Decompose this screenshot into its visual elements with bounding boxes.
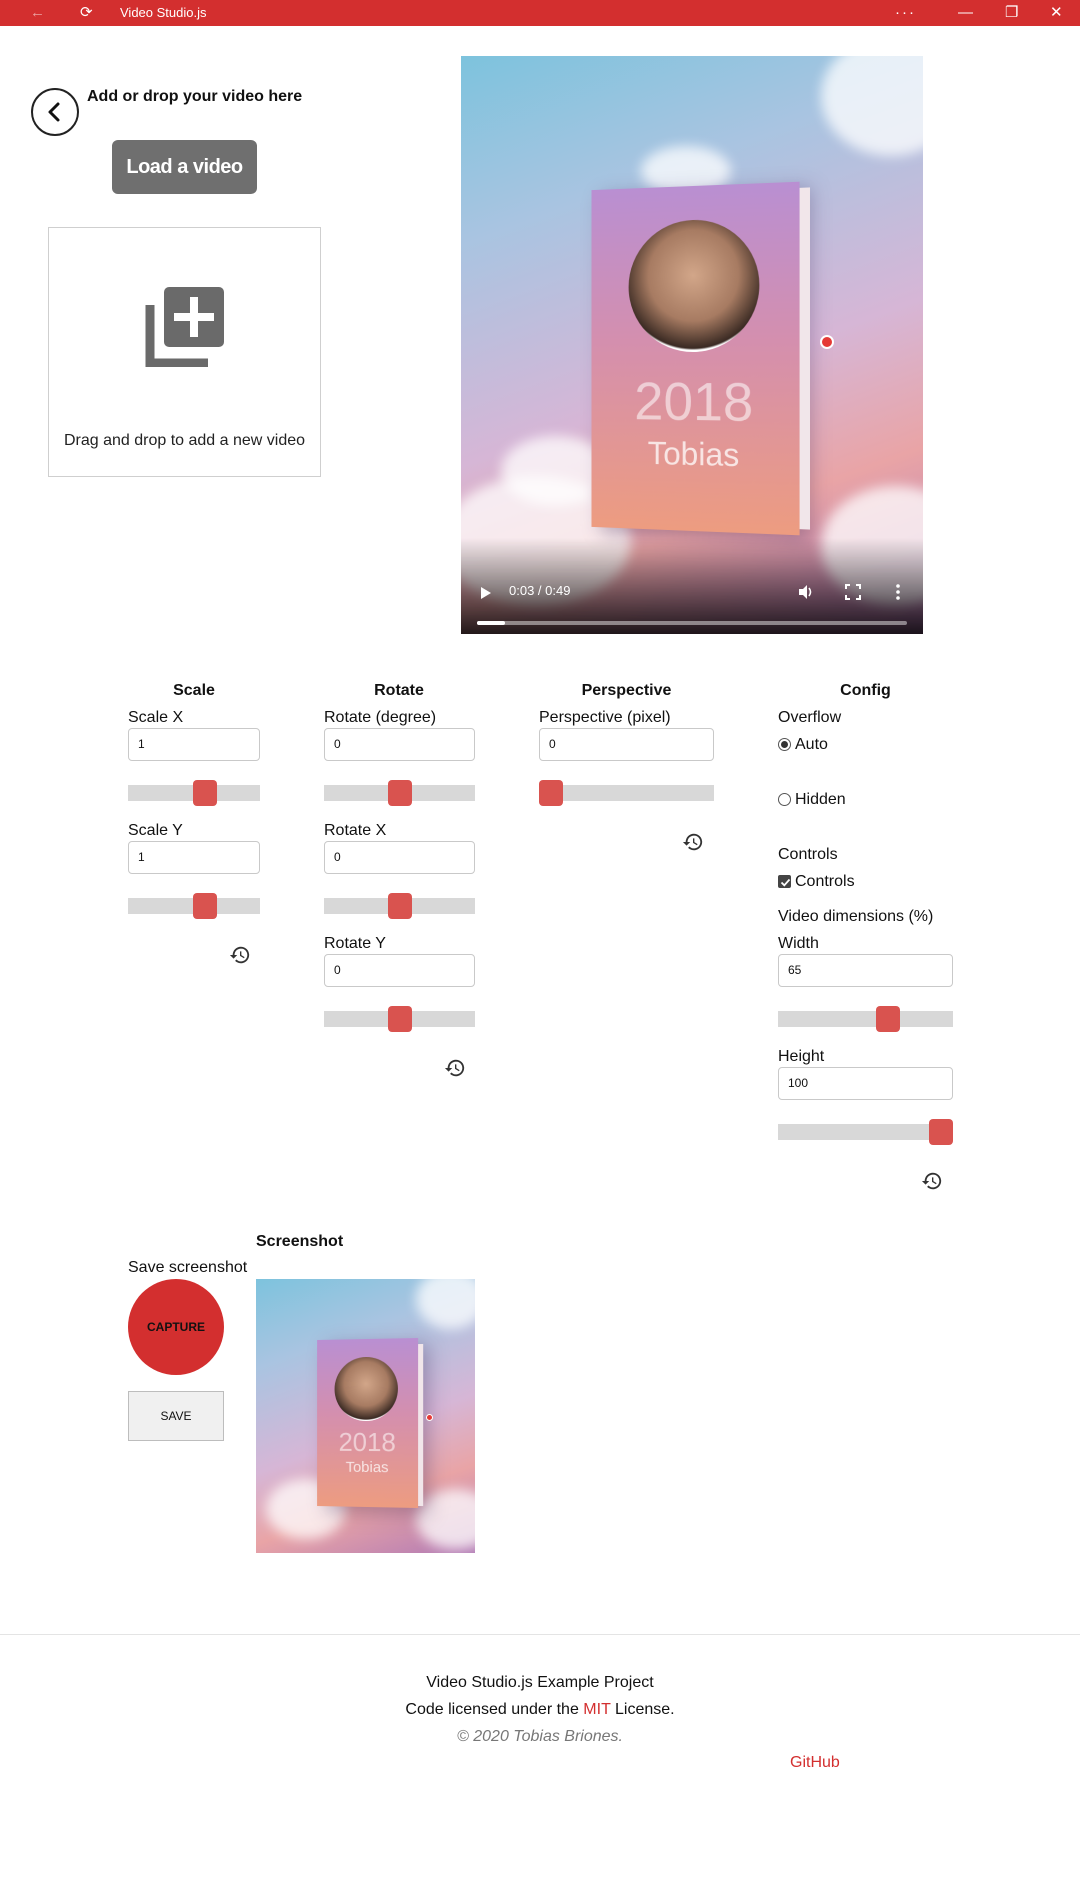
scale-y-slider[interactable] — [128, 893, 260, 919]
drop-zone[interactable]: Drag and drop to add a new video — [48, 227, 321, 477]
perspective-pixel-input[interactable]: 0 — [539, 728, 714, 761]
width-label: Width — [778, 935, 819, 952]
red-dot-marker — [820, 335, 834, 349]
scale-x-label: Scale X — [128, 709, 184, 726]
license-suffix: License. — [610, 1701, 675, 1718]
video-player[interactable]: 2018 Tobias 0:03 / 0:49 — [461, 56, 923, 634]
controls-checkbox[interactable] — [778, 875, 791, 888]
slider-thumb[interactable] — [929, 1119, 953, 1145]
refresh-icon[interactable]: ⟳ — [80, 4, 93, 22]
back-button[interactable] — [31, 88, 79, 136]
overflow-auto-radio[interactable] — [778, 738, 791, 751]
screenshot-preview: 2018 Tobias — [256, 1279, 475, 1553]
mit-link[interactable]: MIT — [583, 1701, 610, 1718]
drop-zone-text: Drag and drop to add a new video — [63, 432, 306, 449]
video-progress-bar[interactable] — [477, 621, 907, 625]
width-slider[interactable] — [778, 1006, 953, 1032]
screenshot-title: Screenshot — [256, 1233, 344, 1250]
overflow-hidden-label[interactable]: Hidden — [795, 791, 846, 809]
save-screenshot-label: Save screenshot — [128, 1259, 248, 1276]
save-button[interactable]: SAVE — [128, 1391, 224, 1441]
rotate-degree-label: Rotate (degree) — [324, 709, 437, 726]
width-input[interactable]: 65 — [778, 954, 953, 987]
screenshot-book-name: Tobias — [345, 1458, 389, 1477]
footer-license-line: Code licensed under the MIT License. — [0, 1701, 1080, 1719]
overflow-auto-label[interactable]: Auto — [795, 736, 828, 754]
controls-checkbox-label[interactable]: Controls — [795, 873, 855, 891]
screenshot-book-year: 2018 — [338, 1426, 396, 1458]
volume-icon[interactable] — [797, 583, 815, 601]
scale-y-input[interactable]: 1 — [128, 841, 260, 874]
screenshot-red-dot — [426, 1414, 433, 1421]
portrait-image — [628, 217, 760, 353]
rotate-y-label: Rotate Y — [324, 935, 386, 952]
rotate-y-slider[interactable] — [324, 1006, 475, 1032]
slider-thumb[interactable] — [192, 780, 217, 806]
rotate-x-slider[interactable] — [324, 893, 475, 919]
title-bar: ← ⟳ Video Studio.js ··· — ❐ ✕ — [0, 0, 1080, 26]
capture-button[interactable]: CAPTURE — [128, 1279, 224, 1375]
fullscreen-icon[interactable] — [845, 584, 861, 600]
config-reset-history-icon[interactable] — [921, 1170, 943, 1192]
perspective-title: Perspective — [581, 682, 672, 699]
play-icon[interactable] — [479, 585, 493, 601]
rotate-degree-slider[interactable] — [324, 780, 475, 806]
overflow-label: Overflow — [778, 709, 842, 726]
footer-copyright: © 2020 Tobias Briones. — [457, 1728, 623, 1745]
minimize-button[interactable]: — — [958, 4, 973, 22]
book-name: Tobias — [647, 435, 740, 474]
rotate-title: Rotate — [374, 682, 424, 699]
window-title: Video Studio.js — [120, 5, 207, 20]
scale-x-input[interactable]: 1 — [128, 728, 260, 761]
config-title: Config — [840, 682, 891, 699]
slider-thumb[interactable] — [387, 1006, 412, 1032]
video-time: 0:03 / 0:49 — [509, 583, 571, 598]
screenshot-portrait-image — [334, 1356, 398, 1422]
slider-thumb[interactable] — [192, 893, 217, 919]
scale-title: Scale — [173, 682, 215, 699]
controls-label: Controls — [778, 846, 838, 863]
license-prefix: Code licensed under the — [405, 1701, 584, 1718]
rotate-degree-input[interactable]: 0 — [324, 728, 475, 761]
checkmark-icon — [780, 878, 791, 887]
slider-thumb[interactable] — [387, 780, 412, 806]
more-options-icon[interactable] — [895, 584, 901, 600]
chevron-left-icon — [48, 102, 60, 122]
upload-title: Add or drop your video here — [87, 88, 303, 105]
scale-y-label: Scale Y — [128, 822, 183, 839]
footer-divider — [0, 1634, 1080, 1635]
video-progress-fill — [477, 621, 505, 625]
footer-project-line: Video Studio.js Example Project — [426, 1674, 654, 1691]
load-video-button[interactable]: Load a video — [112, 140, 257, 194]
perspective-pixel-slider[interactable] — [539, 780, 714, 806]
height-label: Height — [778, 1048, 825, 1065]
close-button[interactable]: ✕ — [1050, 4, 1063, 22]
perspective-pixel-label: Perspective (pixel) — [539, 709, 671, 726]
screenshot-book-graphic: 2018 Tobias — [317, 1337, 424, 1509]
slider-thumb[interactable] — [539, 780, 563, 806]
rotate-reset-history-icon[interactable] — [444, 1057, 466, 1079]
maximize-button[interactable]: ❐ — [1005, 4, 1018, 22]
video-book-graphic: 2018 Tobias — [591, 181, 811, 536]
slider-thumb[interactable] — [387, 893, 412, 919]
rotate-x-input[interactable]: 0 — [324, 841, 475, 874]
rotate-x-label: Rotate X — [324, 822, 387, 839]
add-to-library-icon — [145, 287, 224, 367]
height-input[interactable]: 100 — [778, 1067, 953, 1100]
more-icon[interactable]: ··· — [895, 4, 916, 22]
scale-reset-history-icon[interactable] — [229, 944, 251, 966]
rotate-y-input[interactable]: 0 — [324, 954, 475, 987]
overflow-hidden-radio[interactable] — [778, 793, 791, 806]
slider-thumb[interactable] — [876, 1006, 901, 1032]
github-link[interactable]: GitHub — [790, 1754, 840, 1772]
video-controls: 0:03 / 0:49 — [461, 538, 923, 634]
book-year: 2018 — [634, 371, 754, 434]
height-slider[interactable] — [778, 1119, 953, 1145]
back-arrow-icon[interactable]: ← — [30, 4, 45, 22]
scale-x-slider[interactable] — [128, 780, 260, 806]
perspective-reset-history-icon[interactable] — [682, 831, 704, 853]
video-dimensions-label: Video dimensions (%) — [778, 908, 934, 925]
